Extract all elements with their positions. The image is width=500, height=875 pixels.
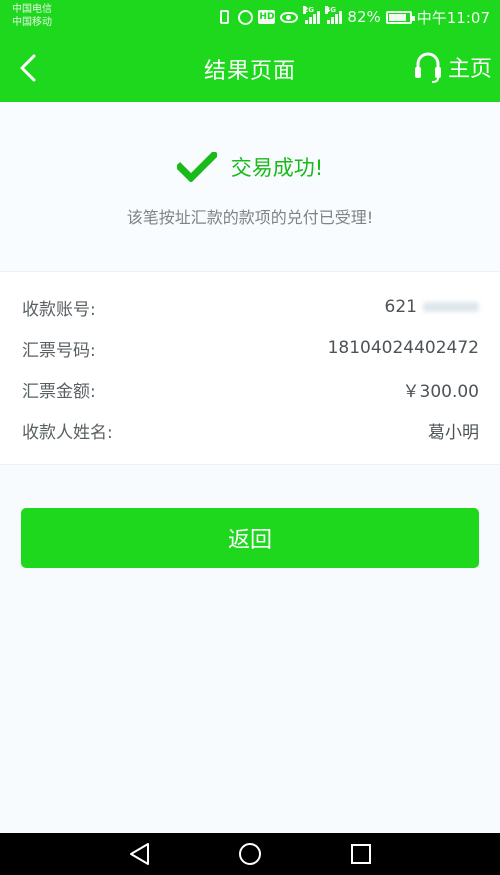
- battery-icon: [385, 10, 415, 24]
- detail-value: 18104024402472: [327, 338, 479, 358]
- home-button[interactable]: 主页: [414, 47, 492, 87]
- detail-value: ￥300.00: [402, 381, 479, 402]
- detail-row-draft-number: 汇票号码: 18104024402472: [22, 333, 479, 363]
- detail-value-masked: 621: [385, 297, 479, 317]
- headset-icon: [414, 52, 441, 83]
- screen: 中国电信 中国移动 HD 2G 4G 82% 中午11:07 结果页面 主页 交…: [0, 0, 500, 875]
- signal-icon-sim2: 4G: [325, 6, 343, 24]
- detail-label: 收款账号:: [22, 299, 96, 320]
- nav-back-button[interactable]: [120, 840, 160, 868]
- nav-recents-button[interactable]: [341, 840, 381, 868]
- result-status: 交易成功!: [0, 152, 500, 182]
- page-title: 结果页面: [203, 59, 296, 84]
- network-type-2: 4G: [325, 6, 337, 14]
- checkmark-icon: [176, 152, 217, 182]
- system-nav-bar: [0, 833, 500, 875]
- result-description: 该笔按址汇款的款项的兑付已受理!: [126, 208, 374, 227]
- result-title: 交易成功!: [230, 156, 324, 180]
- detail-row-payee: 收款人姓名: 葛小明: [22, 415, 479, 445]
- status-icons: HD 2G 4G 82% 中午11:07: [216, 6, 490, 27]
- detail-label: 汇票金额:: [22, 381, 96, 402]
- app-header: 结果页面 主页: [0, 33, 500, 102]
- detail-row-account: 收款账号: 621: [22, 292, 479, 322]
- vibrate-icon: [220, 10, 230, 24]
- detail-label: 收款人姓名:: [22, 422, 113, 443]
- signal-icon-sim1: 2G: [303, 6, 321, 24]
- detail-row-amount: 汇票金额: ￥300.00: [22, 374, 479, 404]
- network-type-1: 2G: [303, 6, 315, 14]
- chevron-left-icon: [20, 54, 36, 82]
- detail-value: 葛小明: [428, 422, 479, 443]
- hd-icon: HD: [258, 10, 276, 24]
- clock: 中午11:07: [416, 8, 490, 27]
- circle-home-icon: [239, 843, 261, 865]
- eye-icon: [280, 11, 299, 23]
- alarm-icon: [238, 9, 254, 25]
- triangle-back-icon: [130, 843, 149, 865]
- square-recents-icon: [351, 844, 371, 864]
- carrier-2: 中国移动: [12, 17, 52, 28]
- result-section: 交易成功! 该笔按址汇款的款项的兑付已受理!: [0, 102, 500, 270]
- nav-home-button[interactable]: [230, 840, 270, 868]
- status-bar: 中国电信 中国移动 HD 2G 4G 82% 中午11:07: [0, 0, 500, 33]
- return-button[interactable]: 返回: [21, 508, 479, 568]
- detail-label: 汇票号码:: [22, 340, 96, 361]
- battery-percent: 82%: [347, 8, 381, 26]
- back-button[interactable]: [8, 43, 52, 91]
- carrier-1: 中国电信: [12, 4, 52, 15]
- transaction-details: 收款账号: 621 汇票号码: 18104024402472 汇票金额: ￥30…: [0, 271, 500, 465]
- carrier-info: 中国电信 中国移动: [12, 3, 52, 29]
- redacted-block: [423, 302, 479, 312]
- home-label: 主页: [447, 57, 492, 82]
- account-number: 621: [384, 297, 417, 317]
